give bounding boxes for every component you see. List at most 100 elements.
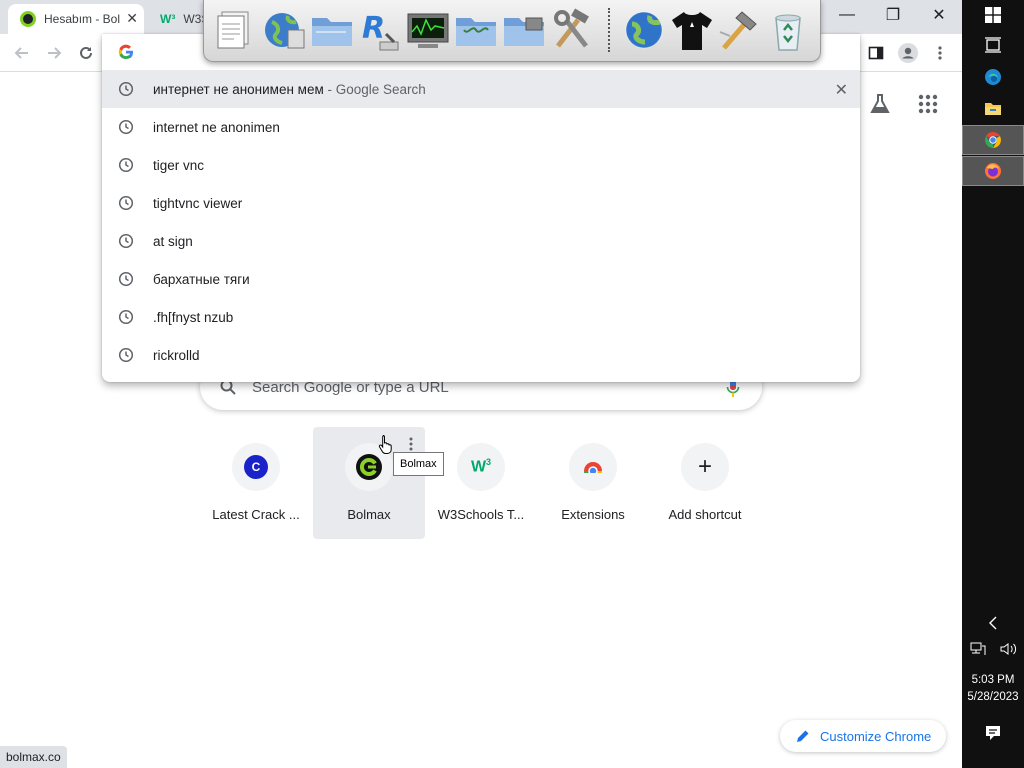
recycle-bin-icon[interactable] (764, 6, 812, 54)
volume-icon (1000, 643, 1016, 655)
history-clock-icon (118, 119, 134, 135)
profile-avatar-icon (898, 43, 918, 63)
suggestion-row[interactable]: интернет не анонимен мем - Google Search… (102, 70, 860, 108)
forward-arrow-icon (48, 47, 62, 59)
add-plus-icon: + (697, 453, 712, 480)
r-project-icon[interactable]: R (356, 6, 404, 54)
minimize-button[interactable]: — (824, 0, 870, 30)
pencil-icon (797, 730, 809, 742)
customize-chrome-button[interactable]: Customize Chrome (780, 720, 946, 752)
shortcut-label: Bolmax (347, 507, 391, 522)
network-icon (970, 642, 985, 655)
chrome-logo-icon (985, 132, 1001, 148)
restore-button[interactable]: ❐ (870, 0, 916, 30)
taskbar-clock[interactable]: 5:03 PM 5/28/2023 (962, 672, 1024, 706)
w3schools-logo-icon: W3 (470, 457, 492, 476)
network-globe-icon[interactable] (260, 6, 308, 54)
tab-w3schools[interactable]: W³ W3Schools Online (148, 4, 206, 34)
google-g-icon (118, 44, 133, 60)
notifications-button[interactable] (962, 718, 1024, 748)
menu-button[interactable] (928, 41, 952, 65)
shortcut-label: Extensions (561, 507, 625, 522)
history-clock-icon (118, 233, 134, 249)
suggestion-row[interactable]: at sign (102, 222, 860, 260)
network-status-button[interactable] (962, 634, 993, 664)
w3schools-favicon-icon: W³ (160, 12, 176, 26)
remove-suggestion-icon[interactable]: ✕ (835, 80, 848, 100)
taskbar-chrome[interactable] (962, 125, 1024, 155)
chrome-window: Hesabım - Bolmax ✕ W³ W3Schools Online —… (0, 0, 962, 768)
labs-button[interactable] (868, 92, 892, 121)
shortcut-icon: + (681, 443, 729, 491)
back-button[interactable] (10, 41, 34, 65)
folder-icon[interactable] (452, 6, 500, 54)
suggestion-row[interactable]: tightvnc viewer (102, 184, 860, 222)
suggestion-row[interactable]: internet ne anonimen (102, 108, 860, 146)
shortcut-add[interactable]: + Add shortcut (649, 427, 761, 539)
kebab-menu-icon (938, 46, 942, 60)
taskbar-firefox[interactable] (962, 156, 1024, 186)
shortcut-tooltip: Bolmax (393, 452, 444, 476)
globe-icon[interactable] (620, 6, 668, 54)
file-manager-icon[interactable] (212, 6, 260, 54)
windows-taskbar: 5:03 PM 5/28/2023 (962, 0, 1024, 768)
profile-button[interactable] (896, 41, 920, 65)
suggestion-text: tiger vnc (153, 157, 205, 173)
hammer-icon[interactable] (716, 6, 764, 54)
shortcut-latest-crack[interactable]: C Latest Crack ... (200, 427, 312, 539)
edge-logo-icon (985, 69, 1001, 85)
forward-button[interactable] (42, 41, 66, 65)
system-monitor-icon[interactable] (404, 6, 452, 54)
start-button[interactable] (962, 0, 1024, 30)
bolmax-favicon-icon (20, 11, 36, 27)
shortcut-label: Latest Crack ... (212, 507, 300, 522)
tab-hesabim[interactable]: Hesabım - Bolmax ✕ (8, 4, 144, 34)
tab-close-icon[interactable]: ✕ (126, 10, 138, 27)
shortcut-w3schools[interactable]: W3 W3Schools T... (425, 427, 537, 539)
chrome-logo-icon (582, 462, 604, 478)
tab-title: Hesabım - Bolmax (44, 12, 120, 26)
shortcut-extensions[interactable]: Extensions (537, 427, 649, 539)
shortcut-more-icon[interactable] (409, 437, 413, 451)
file-explorer-icon (985, 103, 1001, 115)
google-apps-button[interactable] (918, 94, 938, 119)
history-clock-icon (118, 271, 134, 287)
shortcut-label: W3Schools T... (437, 507, 525, 522)
folder-icon[interactable] (308, 6, 356, 54)
reload-icon (80, 46, 92, 59)
labs-flask-icon (870, 94, 890, 113)
shortcut-icon (569, 443, 617, 491)
launcher-dock: R (203, 0, 821, 62)
tools-icon[interactable] (548, 6, 596, 54)
suggestion-text: .fh[fnyst nzub (153, 309, 234, 325)
windows-logo-icon (985, 7, 1001, 23)
history-clock-icon (118, 347, 134, 363)
side-panel-button[interactable] (864, 41, 888, 65)
action-center-icon (986, 726, 1000, 740)
volume-button[interactable] (993, 634, 1024, 664)
suggestion-row[interactable]: tiger vnc (102, 146, 860, 184)
svg-text:R: R (362, 11, 385, 46)
omnibox-dropdown: интернет не анонимен мем - Google Search… (102, 34, 860, 382)
suggestion-row[interactable]: .fh[fnyst nzub (102, 298, 860, 336)
shortcut-label: Add shortcut (668, 507, 742, 522)
history-clock-icon (118, 195, 134, 211)
close-window-button[interactable]: ✕ (916, 0, 962, 30)
shortcut-bolmax[interactable]: Bolmax (313, 427, 425, 539)
status-bar-url: bolmax.co (0, 746, 67, 768)
hand-cursor-icon (378, 435, 392, 454)
suggestion-text: бархатные тяги (153, 271, 250, 287)
suggestion-row[interactable]: бархатные тяги (102, 260, 860, 298)
reload-button[interactable] (74, 41, 98, 65)
taskbar-file-explorer[interactable] (962, 94, 1024, 124)
folder-icon[interactable] (500, 6, 548, 54)
task-view-button[interactable] (962, 30, 1024, 60)
suggestion-row[interactable]: rickrolld (102, 336, 860, 374)
bolmax-logo-icon (356, 454, 382, 480)
chevron-left-icon (989, 616, 997, 630)
shortcut-icon: W3 (457, 443, 505, 491)
taskbar-edge[interactable] (962, 62, 1024, 92)
tshirt-icon[interactable] (668, 6, 716, 54)
task-view-icon (985, 37, 1001, 53)
dock-separator (608, 8, 610, 52)
